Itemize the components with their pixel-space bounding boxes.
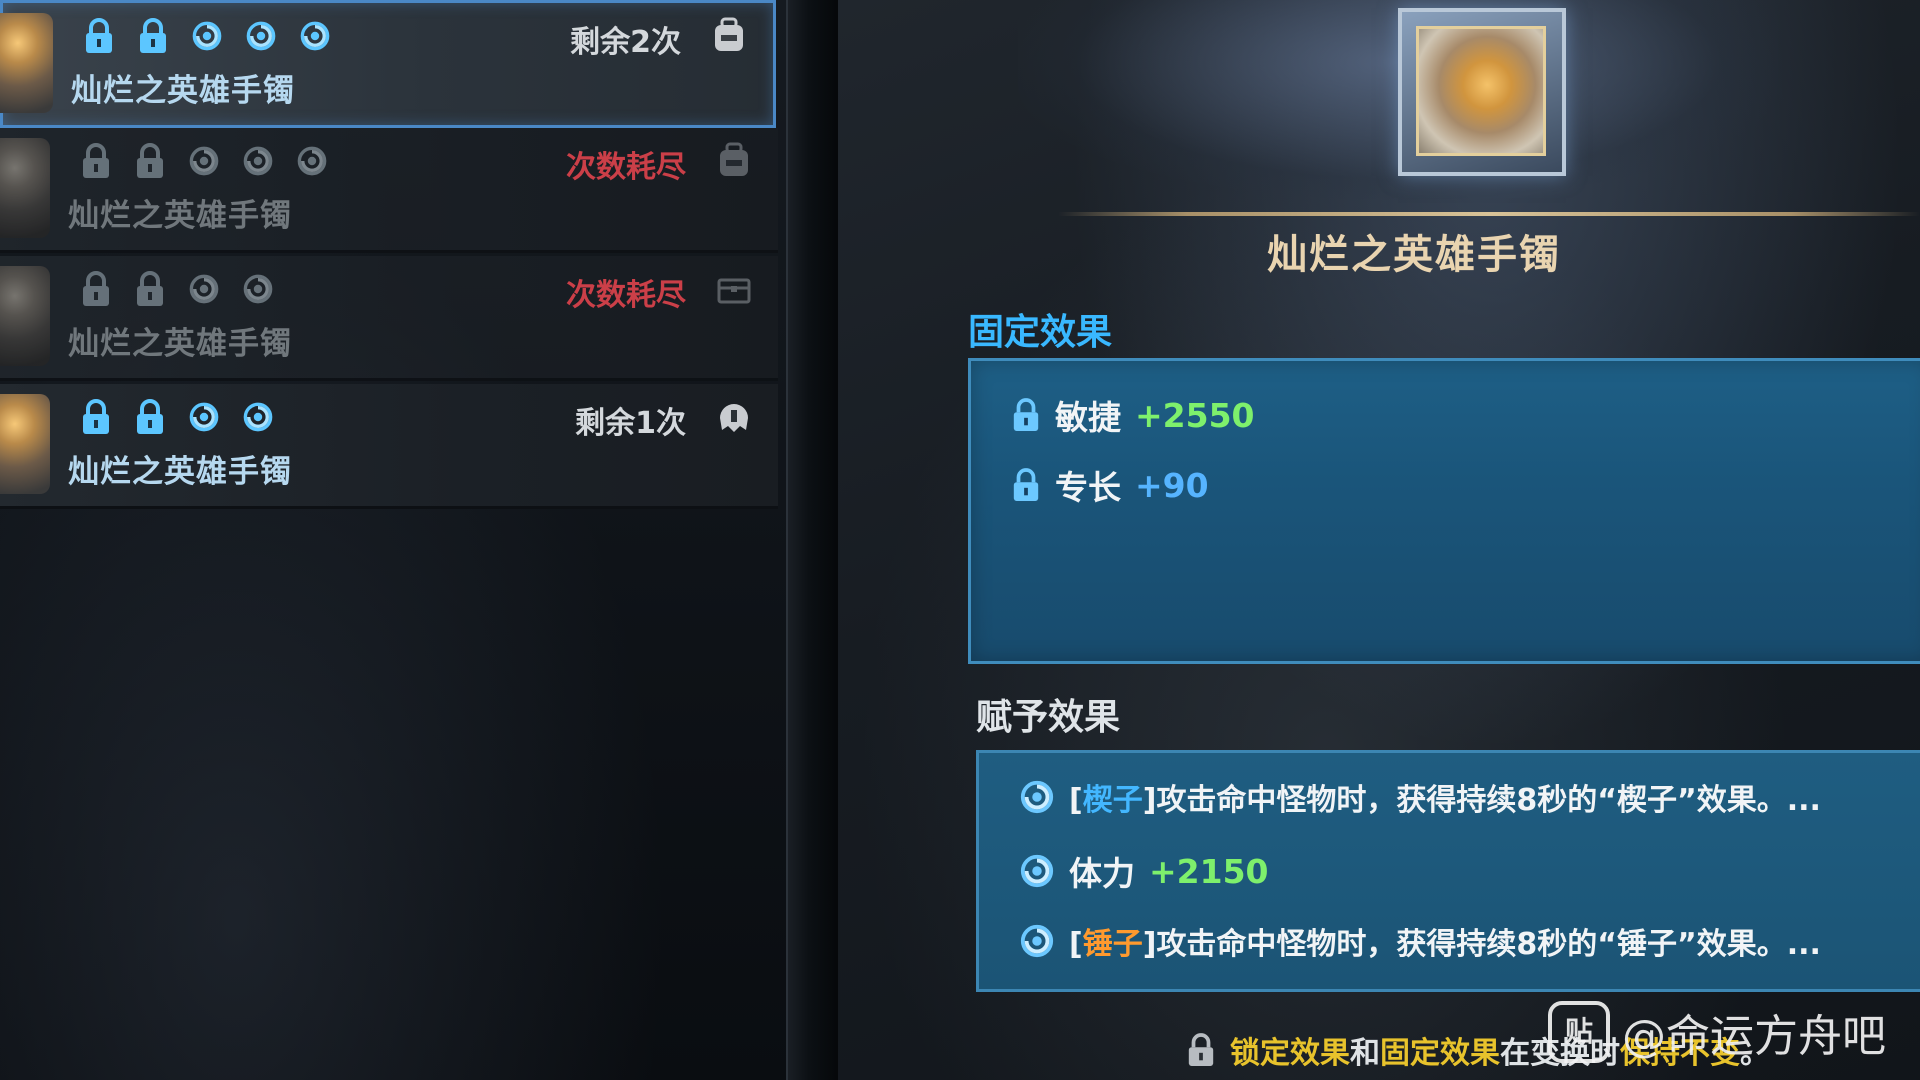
lock-icon <box>137 143 163 178</box>
bracelet-list: 灿烂之英雄手镯 剩余2次 灿烂之英雄手镯 次数耗尽 灿烂之英雄手镯 次数耗尽 灿… <box>0 0 786 1080</box>
watermark: 贴 @命运方舟吧 <box>1548 1000 1886 1064</box>
lock-icon <box>1013 468 1039 501</box>
granted-effects-box: [楔子]攻击命中怪物时，获得持续8秒的“楔子”效果。... 体力 +2150 [… <box>976 750 1920 992</box>
swirl-icon <box>1020 854 1054 888</box>
item-name: 灿烂之英雄手镯 <box>68 454 292 490</box>
lock-icon <box>83 143 109 178</box>
effect-description: [锤子]攻击命中怪物时，获得持续8秒的“锤子”效果。... <box>1069 927 1821 962</box>
effect-row: [锤子]攻击命中怪物时，获得持续8秒的“锤子”效果。... <box>1019 919 1821 963</box>
swirl-icon <box>297 146 327 176</box>
stat-value: +90 <box>1135 465 1209 505</box>
effect-row: [楔子]攻击命中怪物时，获得持续8秒的“楔子”效果。... <box>1019 775 1821 819</box>
effect-keyword: 锤子 <box>1082 927 1143 962</box>
bracelet-thumbnail <box>0 13 53 113</box>
lock-icon <box>1013 398 1039 431</box>
exhausted-status: 次数耗尽 <box>566 278 686 313</box>
bracelet-thumbnail <box>0 394 50 494</box>
lock-icon <box>1188 1033 1214 1066</box>
stat-value: +2150 <box>1149 851 1269 891</box>
lock-icon <box>83 399 109 434</box>
list-item[interactable]: 灿烂之英雄手镯 次数耗尽 <box>0 256 778 381</box>
bracelet-thumbnail <box>0 266 50 366</box>
remaining-count: 剩余1次 <box>575 406 686 441</box>
item-name: 灿烂之英雄手镯 <box>68 326 292 362</box>
swirl-icon <box>189 402 219 432</box>
lock-icon <box>86 18 112 53</box>
list-item[interactable]: 灿烂之英雄手镯 次数耗尽 <box>0 128 778 253</box>
swirl-icon <box>189 274 219 304</box>
fixed-effects-heading: 固定效果 <box>968 312 1113 353</box>
backpack-icon <box>709 15 749 55</box>
detail-panel: 灿烂之英雄手镯 固定效果 敏捷 +2550 专长 +90 赋予效果 [楔子]攻击… <box>838 0 1920 1080</box>
helmet-icon <box>714 396 754 436</box>
title-divider <box>1058 212 1920 216</box>
list-item[interactable]: 灿烂之英雄手镯 剩余1次 <box>0 384 778 509</box>
effect-icons <box>80 398 274 436</box>
item-title: 灿烂之英雄手镯 <box>1267 232 1561 278</box>
bracelet-icon <box>1416 26 1546 156</box>
tieba-logo: 贴 <box>1548 1001 1610 1063</box>
effect-description: [楔子]攻击命中怪物时，获得持续8秒的“楔子”效果。... <box>1069 783 1821 818</box>
swirl-icon <box>300 21 330 51</box>
item-name: 灿烂之英雄手镯 <box>71 73 295 109</box>
effect-icons <box>80 142 328 180</box>
remaining-count: 剩余2次 <box>570 25 681 60</box>
swirl-icon <box>246 21 276 51</box>
watermark-text: @命运方舟吧 <box>1622 1011 1886 1062</box>
effect-icons <box>80 270 274 308</box>
bracelet-thumbnail <box>0 138 50 238</box>
exhausted-status: 次数耗尽 <box>566 150 686 185</box>
list-item[interactable]: 灿烂之英雄手镯 剩余2次 <box>0 0 776 128</box>
swirl-icon <box>1020 924 1054 958</box>
lock-icon <box>137 271 163 306</box>
item-name: 灿烂之英雄手镯 <box>68 198 292 234</box>
backpack-icon <box>714 140 754 180</box>
swirl-icon <box>243 146 273 176</box>
effect-icons <box>83 17 331 55</box>
effect-keyword: 楔子 <box>1082 783 1143 818</box>
granted-effects-heading: 赋予效果 <box>976 697 1121 738</box>
lock-icon <box>83 271 109 306</box>
stat-name: 体力 <box>1069 854 1135 893</box>
stat-name: 敏捷 <box>1055 398 1121 437</box>
effect-row: 体力 +2150 <box>1019 847 1269 895</box>
swirl-icon <box>1020 780 1054 814</box>
lock-icon <box>137 399 163 434</box>
swirl-icon <box>243 402 273 432</box>
effect-row: 专长 +90 <box>1011 461 1209 509</box>
stat-name: 专长 <box>1055 468 1121 507</box>
item-emblem-frame <box>1398 8 1566 176</box>
swirl-icon <box>192 21 222 51</box>
chest-icon <box>714 268 754 308</box>
stat-value: +2550 <box>1135 395 1255 435</box>
swirl-icon <box>189 146 219 176</box>
panel-divider <box>786 0 840 1080</box>
fixed-effects-box: 敏捷 +2550 专长 +90 <box>968 358 1920 664</box>
effect-row: 敏捷 +2550 <box>1011 391 1255 439</box>
lock-icon <box>140 18 166 53</box>
swirl-icon <box>243 274 273 304</box>
